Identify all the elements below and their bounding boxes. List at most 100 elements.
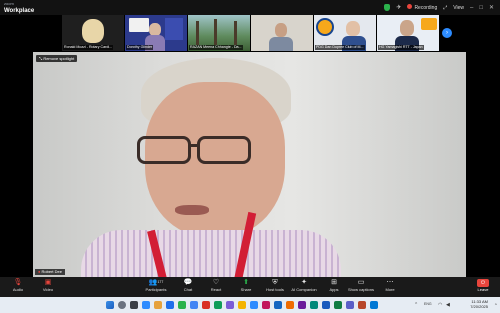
participant-name: HG Yamagishi RTT - Japan <box>378 45 424 50</box>
audio-button[interactable]: 🎙 Audio <box>4 278 32 296</box>
clock[interactable]: 11:33 AM 7/20/2025 <box>470 299 488 309</box>
host-tools-button[interactable]: ⛨ Host tools <box>261 278 289 296</box>
windows-start-icon[interactable] <box>106 301 114 309</box>
react-label: React <box>210 287 222 292</box>
participant-tile[interactable]: Dorothy Glinder <box>125 15 187 51</box>
apps-button[interactable]: ⊞ Apps <box>320 278 348 296</box>
background-trees <box>196 21 199 45</box>
participant-tile[interactable]: RAZAN Meena Chhangte - Da... <box>188 15 250 51</box>
clock-date: 7/20/2025 <box>470 304 488 309</box>
share-label: Share <box>240 287 252 292</box>
ai-companion-label: AI Companion <box>291 287 317 292</box>
app-icon[interactable] <box>142 301 150 309</box>
app-icon[interactable] <box>274 301 282 309</box>
react-button[interactable]: ♡ React <box>202 278 230 296</box>
rotary-banner <box>129 18 149 32</box>
next-page-button[interactable]: › <box>442 28 452 38</box>
leave-icon: ⏻ <box>477 279 489 287</box>
participants-icon: 👥177 <box>148 279 164 286</box>
minimize-icon[interactable]: – <box>470 5 473 11</box>
title-bar: zoom Workplace ✈ Recording ⤢ View – □ ✕ <box>0 0 500 15</box>
share-button[interactable]: ⬆ Share <box>232 278 260 296</box>
chat-button[interactable]: 💬 Chat <box>174 278 202 296</box>
brand-name: Workplace <box>4 8 35 14</box>
app-icon[interactable] <box>226 301 234 309</box>
app-icon[interactable] <box>214 301 222 309</box>
app-icon[interactable] <box>334 301 342 309</box>
rotary-banner <box>165 18 183 40</box>
notification-icon[interactable]: ◔ <box>494 302 497 308</box>
audio-label: Audio <box>12 287 24 292</box>
pin-icon[interactable]: ✈ <box>396 4 401 11</box>
participant-tile[interactable] <box>251 15 313 51</box>
speaker-shirt <box>81 230 341 277</box>
app-icon[interactable] <box>310 301 318 309</box>
task-view-icon[interactable] <box>130 301 138 309</box>
app-icon[interactable] <box>322 301 330 309</box>
participant-name: PDG Dan Dupree Club of M... <box>315 45 365 50</box>
participant-video <box>275 23 287 37</box>
participants-button[interactable]: 👥177 Participants <box>140 278 172 296</box>
maximize-icon[interactable]: □ <box>479 5 483 11</box>
participant-tile[interactable]: HG Yamagishi RTT - Japan <box>377 15 439 51</box>
more-icon: ⋯ <box>386 279 394 286</box>
participant-tile[interactable]: Ronald Mozzi - Rotary Cardi... <box>62 15 124 51</box>
speaker-nameplate: ● Robert Dee <box>35 269 65 275</box>
recording-indicator[interactable]: Recording <box>407 4 437 11</box>
host-tools-label: Host tools <box>266 287 284 292</box>
remove-spotlight-button[interactable]: ⤡ Remove spotlight <box>36 55 78 62</box>
participant-video <box>82 19 104 43</box>
remove-spotlight-label: Remove spotlight <box>43 56 75 61</box>
view-button[interactable]: View <box>453 5 464 11</box>
ai-companion-button[interactable]: ✦ AI Companion <box>288 278 320 296</box>
speaker-mouth <box>175 205 209 215</box>
more-button[interactable]: ⋯ More <box>376 278 404 296</box>
record-icon <box>407 4 413 9</box>
app-icon[interactable] <box>358 301 366 309</box>
app-icon[interactable] <box>154 301 162 309</box>
close-icon[interactable]: ✕ <box>489 4 494 11</box>
os-taskbar: ⌃ ENG ◠ ◀ 11:33 AM 7/20/2025 ◔ <box>0 297 500 313</box>
app-icon[interactable] <box>262 301 270 309</box>
participant-name: Dorothy Glinder <box>126 45 154 50</box>
leave-label: Leave <box>477 287 489 292</box>
app-icon[interactable] <box>178 301 186 309</box>
shield-icon[interactable] <box>384 4 391 11</box>
brand-top: zoom <box>4 1 14 6</box>
participant-name: RAZAN Meena Chhangte - Da... <box>189 45 243 50</box>
shield-icon: ⛨ <box>272 279 278 286</box>
wifi-icon[interactable]: ◠ <box>438 302 442 308</box>
captions-button[interactable]: ▭ Show captions <box>345 278 377 296</box>
sparkle-icon: ✦ <box>301 279 307 286</box>
captions-label: Show captions <box>347 287 374 292</box>
app-icon[interactable] <box>250 301 258 309</box>
chevron-up-icon[interactable]: ⌃ <box>414 302 418 308</box>
app-icon[interactable] <box>166 301 174 309</box>
captions-icon: ▭ <box>357 279 365 286</box>
language-indicator[interactable]: ENG <box>424 302 432 306</box>
app-icon[interactable] <box>370 301 378 309</box>
apps-icon: ⊞ <box>331 279 337 286</box>
leave-button[interactable]: ⏻ Leave <box>472 279 494 293</box>
volume-icon[interactable]: ◀ <box>446 302 450 308</box>
rotary-logo <box>316 18 334 36</box>
participant-tile[interactable]: PDG Dan Dupree Club of M... <box>314 15 376 51</box>
recording-label: Recording <box>414 5 438 11</box>
video-button[interactable]: ▣ Video <box>34 278 62 296</box>
share-icon: ⬆ <box>243 279 249 286</box>
speaker-video[interactable]: ⤡ Remove spotlight ● Robert Dee <box>33 52 466 277</box>
app-icon[interactable] <box>202 301 210 309</box>
app-icon[interactable] <box>346 301 354 309</box>
app-icon[interactable] <box>298 301 306 309</box>
search-icon[interactable] <box>118 301 126 309</box>
app-icon[interactable] <box>286 301 294 309</box>
participants-label: Participants <box>145 287 167 292</box>
chat-icon: 💬 <box>183 279 193 286</box>
zoom-logo: zoom Workplace <box>4 1 34 14</box>
participant-strip: Ronald Mozzi - Rotary Cardi... Dorothy G… <box>62 15 440 51</box>
heart-icon: ♡ <box>212 279 220 286</box>
mic-muted-icon: 🎙 <box>13 279 23 286</box>
fullscreen-icon[interactable]: ⤢ <box>443 5 447 11</box>
app-icon[interactable] <box>238 301 246 309</box>
app-icon[interactable] <box>190 301 198 309</box>
